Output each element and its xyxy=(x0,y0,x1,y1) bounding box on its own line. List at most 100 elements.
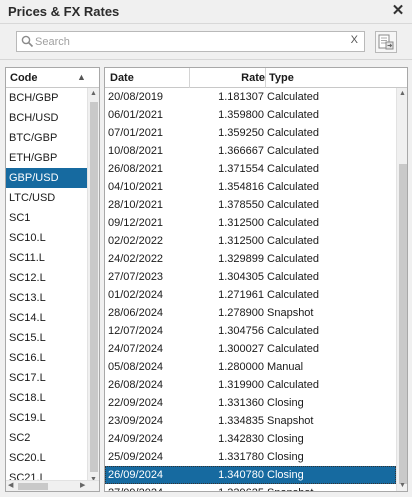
close-icon[interactable]: ✕ xyxy=(390,2,406,20)
code-list-item[interactable]: SC19.L xyxy=(6,408,87,428)
table-row[interactable]: 10/08/2021 1.366667 Calculated xyxy=(105,142,396,160)
type-cell: Closing xyxy=(267,469,304,481)
type-cell: Calculated xyxy=(267,91,319,103)
date-cell: 26/08/2021 xyxy=(108,163,164,175)
table-row[interactable]: 12/07/2024 1.304756 Calculated xyxy=(105,322,396,340)
code-list-item[interactable]: SC15.L xyxy=(6,328,87,348)
rate-cell: 1.304305 xyxy=(218,271,264,283)
table-row[interactable]: 26/08/2024 1.319900 Calculated xyxy=(105,376,396,394)
table-row[interactable]: 23/09/2024 1.334835 Snapshot xyxy=(105,412,396,430)
code-list-item[interactable]: GBP/USD xyxy=(6,168,87,188)
date-cell: 27/09/2024 xyxy=(108,484,163,491)
rate-cell: 1.340780 xyxy=(218,469,264,481)
code-list-panel: Code ▲ BCH/GBP BCH/USD BTC/GBP ETH/GBP GBP/U… xyxy=(5,67,100,492)
rate-cell: 1.278900 xyxy=(218,307,264,319)
table-row[interactable]: 06/01/2021 1.359800 Calculated xyxy=(105,106,396,124)
code-list-item[interactable]: SC14.L xyxy=(6,308,87,328)
scrollbar-thumb[interactable] xyxy=(18,483,48,490)
search-box[interactable]: X xyxy=(16,31,365,52)
code-list-item[interactable]: SC1 xyxy=(6,208,87,228)
code-list-vertical-scrollbar[interactable]: ▲ ▼ xyxy=(87,88,99,486)
code-list-item[interactable]: ETH/GBP xyxy=(6,148,87,168)
scroll-right-icon[interactable]: ▶ xyxy=(80,482,85,490)
code-list-item[interactable]: SC13.L xyxy=(6,288,87,308)
rate-cell: 1.271961 xyxy=(218,289,264,301)
window-title: Prices & FX Rates xyxy=(8,4,120,19)
rate-column-header[interactable]: Rate xyxy=(189,72,265,84)
table-row[interactable]: 05/08/2024 1.280000 Manual xyxy=(105,358,396,376)
table-row[interactable]: 24/02/2022 1.329899 Calculated xyxy=(105,250,396,268)
table-row[interactable]: 07/01/2021 1.359250 Calculated xyxy=(105,124,396,142)
date-cell: 12/07/2024 xyxy=(108,325,164,337)
rate-cell: 1.331360 xyxy=(218,397,264,409)
code-list-item[interactable]: SC10.L xyxy=(6,228,87,248)
rate-cell: 1.359800 xyxy=(218,109,264,121)
rate-cell: 1.354816 xyxy=(218,181,264,193)
rates-table-panel: Date Rate Type 20/08/2019 1.181307 Calcula… xyxy=(104,67,408,492)
table-row[interactable]: 28/10/2021 1.378550 Calculated xyxy=(105,196,396,214)
type-column-header[interactable]: Type xyxy=(269,72,294,84)
table-row[interactable]: 04/10/2021 1.354816 Calculated xyxy=(105,178,396,196)
code-list-item[interactable]: BCH/GBP xyxy=(6,88,87,108)
table-row[interactable]: 26/09/2024 1.340780 Closing xyxy=(105,466,396,484)
scroll-left-icon[interactable]: ◀ xyxy=(8,482,13,490)
scrollbar-thumb[interactable] xyxy=(90,102,98,472)
code-list-item[interactable]: BTC/GBP xyxy=(6,128,87,148)
clear-search-button[interactable]: X xyxy=(351,34,358,46)
table-row[interactable]: 01/02/2024 1.271961 Calculated xyxy=(105,286,396,304)
code-column-header[interactable]: Code ▲ xyxy=(6,68,99,88)
table-row[interactable]: 26/08/2021 1.371554 Calculated xyxy=(105,160,396,178)
export-button[interactable] xyxy=(375,31,397,53)
rate-cell: 1.359250 xyxy=(218,127,264,139)
rate-cell: 1.304756 xyxy=(218,325,264,337)
code-list-item[interactable]: SC12.L xyxy=(6,268,87,288)
table-row[interactable]: 27/07/2023 1.304305 Calculated xyxy=(105,268,396,286)
rate-cell: 1.280000 xyxy=(218,361,264,373)
rate-cell: 1.329899 xyxy=(218,253,264,265)
date-cell: 28/10/2021 xyxy=(108,199,164,211)
table-row[interactable]: 09/12/2021 1.312500 Calculated xyxy=(105,214,396,232)
type-cell: Snapshot xyxy=(267,307,314,319)
date-column-header[interactable]: Date xyxy=(110,72,134,84)
rate-cell: 1.371554 xyxy=(218,163,264,175)
rate-cell: 1.312500 xyxy=(218,217,264,229)
table-row[interactable]: 24/07/2024 1.300027 Calculated xyxy=(105,340,396,358)
scroll-up-icon[interactable]: ▲ xyxy=(90,90,97,98)
code-list-horizontal-scrollbar[interactable]: ◀ ▶ xyxy=(6,480,99,491)
type-cell: Calculated xyxy=(267,271,319,283)
scroll-down-icon[interactable]: ▼ xyxy=(399,482,406,490)
code-list-item[interactable]: SC11.L xyxy=(6,248,87,268)
magnifier-icon xyxy=(21,35,34,48)
code-list-item[interactable]: LTC/USD xyxy=(6,188,87,208)
code-list: BCH/GBP BCH/USD BTC/GBP ETH/GBP GBP/USD LTC/U… xyxy=(6,88,87,488)
rate-cell: 1.334835 xyxy=(218,415,264,427)
code-list-item[interactable]: SC20.L xyxy=(6,448,87,468)
column-separator[interactable] xyxy=(265,68,266,88)
scroll-up-icon[interactable]: ▲ xyxy=(399,90,406,98)
table-row[interactable]: 22/09/2024 1.331360 Closing xyxy=(105,394,396,412)
table-row[interactable]: 25/09/2024 1.331780 Closing xyxy=(105,448,396,466)
date-cell: 04/10/2021 xyxy=(108,181,164,193)
code-list-item[interactable]: SC17.L xyxy=(6,368,87,388)
type-cell: Calculated xyxy=(267,163,319,175)
table-row[interactable]: 28/06/2024 1.278900 Snapshot xyxy=(105,304,396,322)
type-cell: Closing xyxy=(267,433,304,445)
type-cell: Calculated xyxy=(267,235,319,247)
table-row[interactable]: 20/08/2019 1.181307 Calculated xyxy=(105,88,396,106)
code-list-item[interactable]: SC18.L xyxy=(6,388,87,408)
scrollbar-thumb[interactable] xyxy=(399,164,407,484)
export-icon xyxy=(378,34,394,50)
table-row[interactable]: 27/09/20241.339625Snapshot xyxy=(105,484,396,491)
code-list-item[interactable]: BCH/USD xyxy=(6,108,87,128)
date-cell: 09/12/2021 xyxy=(108,217,164,229)
table-row[interactable]: 02/02/2022 1.312500 Calculated xyxy=(105,232,396,250)
date-cell: 25/09/2024 xyxy=(108,451,164,463)
rate-cell: 1.300027 xyxy=(218,343,264,355)
code-list-item[interactable]: SC16.L xyxy=(6,348,87,368)
search-input[interactable] xyxy=(35,33,335,50)
code-list-item[interactable]: SC2 xyxy=(6,428,87,448)
table-row[interactable]: 24/09/2024 1.342830 Closing xyxy=(105,430,396,448)
divider xyxy=(0,59,412,60)
rates-table-header: Date Rate Type xyxy=(105,68,407,88)
rates-vertical-scrollbar[interactable]: ▲ ▼ xyxy=(396,88,407,491)
